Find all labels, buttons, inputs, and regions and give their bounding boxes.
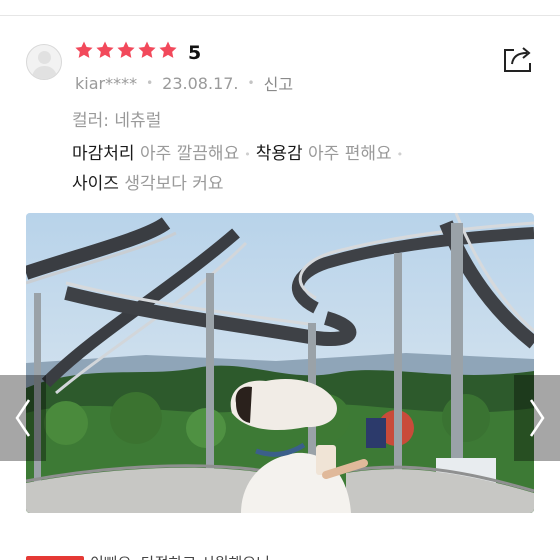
review-photo[interactable] [26,213,534,513]
reviewer-avatar [26,44,62,80]
fit-value: 아주 편해요 [308,144,392,164]
size-line: 사이즈 생각보다 커요 [72,169,224,194]
avatar-body [32,66,57,79]
share-icon [504,47,531,72]
review-date: 23.08.17. [162,73,239,93]
fit-label: 착용감 [255,144,303,164]
evaluation-separator: • [396,147,404,161]
color-label: 컬러: [72,111,110,131]
star-rating [74,40,179,60]
prev-photo-button[interactable] [0,375,46,461]
star-icon [96,41,114,58]
review-photo-scene [26,213,534,513]
evaluation-separator: • [244,147,251,161]
review-meta: kiar**** • 23.08.17. • 신고 [75,71,293,95]
next-review-badge [26,556,84,560]
chevron-right-icon [529,399,545,437]
next-photo-button[interactable] [514,375,560,461]
next-review-preview: 이뻐요. 단정하고 시원해요니… [90,552,285,560]
chevron-left-icon [15,399,31,437]
color-option-line: 컬러: 네츄럴 [72,106,161,131]
finish-value: 아주 깔끔해요 [139,144,240,164]
star-icon [117,41,135,58]
size-value: 생각보다 커요 [124,174,224,194]
color-value: 네츄럴 [114,111,162,131]
star-icon [138,41,156,58]
evaluation-line: 마감처리 아주 깔끔해요 • 착용감 아주 편해요 • [72,139,408,164]
meta-separator: • [146,76,154,90]
reviewer-name: kiar**** [75,73,138,93]
top-divider [0,15,560,16]
report-link[interactable]: 신고 [264,71,293,95]
avatar-head [38,51,51,64]
share-button[interactable] [500,42,536,74]
star-icon [75,41,93,58]
finish-label: 마감처리 [72,144,135,164]
size-label: 사이즈 [72,174,119,194]
meta-separator: • [247,76,255,90]
star-icon [159,41,177,58]
rating-value: 5 [188,42,202,64]
